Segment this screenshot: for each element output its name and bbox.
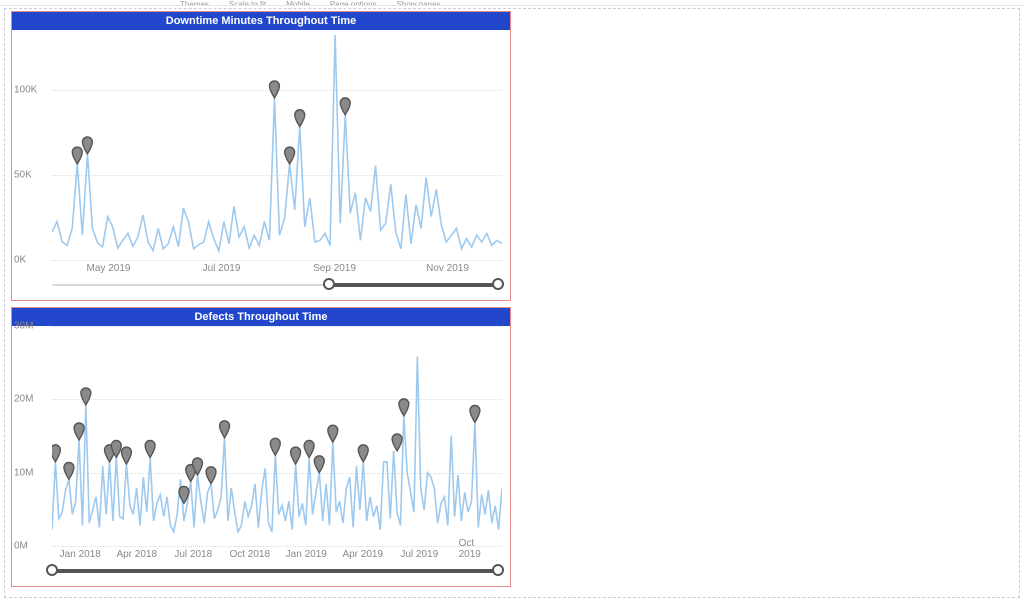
x-tick-label: Jul 2019 [203, 263, 241, 274]
anomaly-marker[interactable] [270, 438, 280, 455]
y-tick-label: 50K [14, 169, 32, 180]
anomaly-marker[interactable] [74, 423, 84, 440]
anomaly-marker[interactable] [206, 467, 216, 484]
defects-chart-box[interactable]: Defects Throughout Time Jan 2018 Apr 2018… [11, 307, 511, 587]
anomaly-marker[interactable] [328, 425, 338, 442]
y-tick-label: 10M [14, 467, 33, 478]
anomaly-marker[interactable] [269, 81, 279, 98]
anomaly-marker[interactable] [145, 440, 155, 457]
chart-title: Defects Throughout Time [12, 308, 510, 326]
chart-body: Jan 2018 Apr 2018 Jul 2018 Oct 2018 Jan 2019… [12, 326, 510, 560]
ribbon-item[interactable]: Mobile [286, 0, 310, 6]
y-tick-label: 30M [14, 321, 33, 332]
chart-title: Downtime Minutes Throughout Time [12, 12, 510, 30]
ribbon-item[interactable]: Show panes [397, 0, 441, 6]
x-tick-label: Jan 2019 [286, 549, 327, 560]
y-tick-label: 20M [14, 394, 33, 405]
y-tick-label: 100K [14, 84, 37, 95]
ribbon-item[interactable]: Page options [330, 0, 377, 6]
slider-handle-start[interactable] [46, 564, 58, 576]
x-tick-label: Jan 2018 [60, 549, 101, 560]
x-tick-label: Apr 2019 [342, 549, 383, 560]
anomaly-marker[interactable] [81, 388, 91, 405]
slider-range [52, 569, 498, 573]
anomaly-marker[interactable] [470, 405, 480, 422]
y-tick-label: 0M [14, 541, 28, 552]
anomaly-marker[interactable] [392, 434, 402, 451]
downtime-chart-box[interactable]: Downtime Minutes Throughout Time May 201… [11, 11, 511, 301]
ribbon-bar: Themes Scale to fit Mobile Page options … [0, 0, 1024, 6]
anomaly-marker[interactable] [121, 447, 131, 464]
ribbon-item[interactable]: Themes [180, 0, 209, 6]
x-tick-label: May 2019 [87, 263, 131, 274]
anomaly-marker[interactable] [64, 462, 74, 479]
time-range-slider[interactable] [52, 276, 498, 294]
slider-range [329, 283, 498, 287]
x-tick-label: Nov 2019 [426, 263, 469, 274]
slider-handle-end[interactable] [492, 278, 504, 290]
x-tick-label: Apr 2018 [116, 549, 157, 560]
downtime-line-chart [52, 30, 502, 259]
slider-handle-end[interactable] [492, 564, 504, 576]
y-tick-label: 0K [14, 255, 26, 266]
anomaly-marker[interactable] [314, 456, 324, 473]
chart-body: May 2019 Jul 2019 Sep 2019 Nov 2019 100K 50K… [12, 30, 510, 274]
anomaly-marker[interactable] [340, 98, 350, 115]
ribbon-item[interactable]: Scale to fit [229, 0, 266, 6]
anomaly-marker[interactable] [358, 445, 368, 462]
anomaly-marker[interactable] [82, 137, 92, 154]
defects-line-chart [52, 326, 502, 545]
anomaly-marker[interactable] [295, 110, 305, 127]
x-tick-label: Oct 2018 [229, 549, 270, 560]
x-tick-label: Oct 2019 [459, 538, 493, 560]
report-canvas[interactable]: Downtime Minutes Throughout Time May 201… [4, 8, 1020, 598]
x-tick-label: Sep 2019 [313, 263, 356, 274]
slider-handle-start[interactable] [323, 278, 335, 290]
time-range-slider[interactable] [52, 562, 498, 580]
anomaly-marker[interactable] [72, 147, 82, 164]
anomaly-marker[interactable] [285, 147, 295, 164]
anomaly-marker[interactable] [399, 399, 409, 416]
x-tick-label: Jul 2018 [174, 549, 212, 560]
anomaly-marker[interactable] [220, 421, 230, 438]
anomaly-marker[interactable] [52, 445, 60, 462]
anomaly-marker[interactable] [304, 440, 314, 457]
anomaly-marker[interactable] [291, 447, 301, 464]
x-tick-label: Jul 2019 [400, 549, 438, 560]
